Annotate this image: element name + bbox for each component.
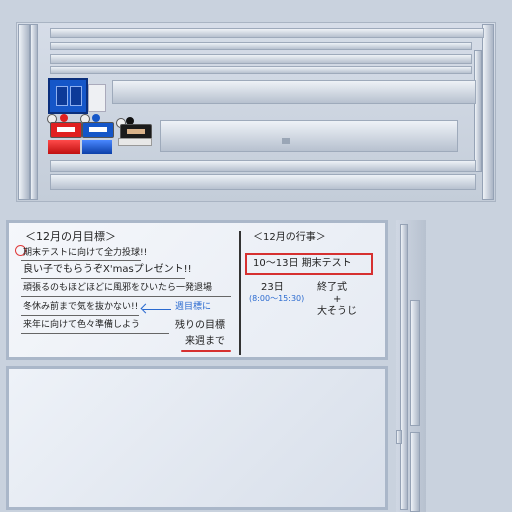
tray-right-rail xyxy=(482,24,494,200)
event-2-line2: 大そうじ xyxy=(317,306,357,317)
board-divider xyxy=(239,231,241,355)
blue-marker-body xyxy=(82,140,112,154)
tray-ledge xyxy=(112,80,476,104)
black-marker-body xyxy=(118,138,152,146)
tray-left-rail-inner xyxy=(30,24,38,200)
event-2-plus: + xyxy=(333,294,342,305)
eraser[interactable] xyxy=(88,84,106,112)
blank-board xyxy=(6,366,388,510)
event-1: 10〜13日 期末テスト xyxy=(253,258,352,269)
tray-rail-6 xyxy=(50,174,476,190)
note-text: 来週まで xyxy=(185,336,225,347)
red-cap-icon xyxy=(60,114,68,122)
red-marker[interactable] xyxy=(50,122,82,138)
underline xyxy=(21,296,231,297)
tray-rail-3 xyxy=(50,54,472,64)
tray-rail-2 xyxy=(50,42,472,50)
tray-rail-1 xyxy=(50,28,484,38)
underline xyxy=(21,278,185,279)
blue-cap-icon xyxy=(92,114,100,122)
side-clip xyxy=(396,430,402,444)
marker-label xyxy=(127,129,145,134)
marker-label xyxy=(57,127,75,132)
goal-item: 来年に向けて色々準備しよう xyxy=(23,320,141,330)
right-title: ＜12月の行事＞ xyxy=(253,232,326,243)
arrow-head-icon xyxy=(140,303,151,314)
marker-label xyxy=(89,127,107,132)
note-text: 週目標に xyxy=(175,302,212,312)
underline xyxy=(21,260,141,261)
blue-marker[interactable] xyxy=(82,122,114,138)
event-highlight-box: 10〜13日 期末テスト xyxy=(245,253,373,275)
side-rail-3 xyxy=(410,432,420,512)
marker-box-slot xyxy=(56,86,68,106)
left-title: ＜12月の月目標＞ xyxy=(25,230,116,243)
event-2-line1: 終了式 xyxy=(317,282,347,293)
tray-screw xyxy=(282,138,290,144)
marker-box[interactable] xyxy=(48,78,88,114)
goal-item: 期末テストに向けて全力投球!! xyxy=(23,248,148,258)
goal-item: 頑張るのもほどほどに風邪をひいたら一発退場 xyxy=(23,283,213,293)
underline xyxy=(21,333,169,334)
tray-right-rail-inner xyxy=(474,50,482,172)
note-text: 残りの目標 xyxy=(175,320,225,331)
event-2-time: (8:00〜15:30) xyxy=(249,294,305,303)
side-rail xyxy=(400,224,408,510)
underline xyxy=(21,315,139,316)
tray-left-rail xyxy=(18,24,30,200)
tray-rail-5 xyxy=(50,160,476,172)
side-rail-2 xyxy=(410,300,420,426)
tray-ledge-2 xyxy=(160,120,458,152)
whiteboard: ＜12月の月目標＞ 期末テストに向けて全力投球!! 良い子でもらうぞX'masプ… xyxy=(6,220,388,360)
goal-item: 良い子でもらうぞX'masプレゼント!! xyxy=(23,264,192,275)
marker-box-slot xyxy=(70,86,82,106)
tray-rail-4 xyxy=(50,66,472,74)
red-underline xyxy=(181,350,231,352)
goal-item: 冬休み前まで気を抜かない!! xyxy=(23,302,139,312)
red-marker-body xyxy=(48,140,80,154)
event-2-date: 23日 xyxy=(261,282,284,293)
